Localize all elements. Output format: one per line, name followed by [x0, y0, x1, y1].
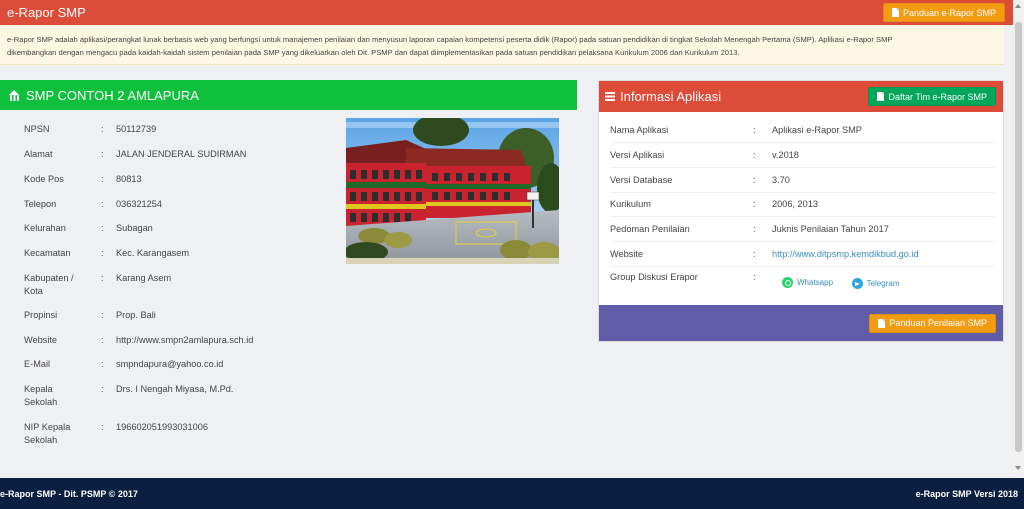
school-row-value: 036321254 [116, 199, 162, 209]
app-website-link[interactable]: http://www.ditpsmp.kemdikbud.go.id [772, 249, 996, 259]
intro-line-2: dikembangkan dengan mengacu pada kaidah-… [7, 48, 740, 57]
assessment-guide-button[interactable]: Panduan Penilaian SMP [869, 313, 996, 333]
telegram-label: Telegram [866, 279, 900, 288]
school-row-label: NIP Kepala Sekolah [24, 422, 71, 445]
guide-button-label: Panduan e-Rapor SMP [902, 7, 996, 18]
app-row-pedoman: Pedoman Penilaian: Juknis Penilaian Tahun… [610, 217, 996, 242]
app-row-versi-aplikasi: Versi Aplikasi: v.2018 [610, 143, 996, 168]
app-row-value: Juknis Penilaian Tahun 2017 [772, 224, 889, 234]
school-row-label: Kelurahan [24, 223, 66, 233]
school-row-kecamatan: Kecamatan: Kec. Karangasem [24, 247, 324, 260]
footer-version: e-Rapor SMP Versi 2018 [915, 488, 1018, 499]
school-row-kepala-sekolah: Kepala Sekolah: Drs. I Nengah Miyasa, M.P… [24, 383, 324, 409]
app-row-label: Kurikulum [610, 199, 651, 209]
school-photo [346, 118, 559, 264]
list-icon [605, 92, 615, 101]
intro-callout: e-Rapor SMP adalah aplikasi/perangkat lu… [0, 25, 1004, 65]
team-list-button[interactable]: Daftar Tim e-Rapor SMP [868, 87, 996, 106]
app-info-header: Informasi Aplikasi Daftar Tim e-Rapor SM… [599, 81, 1003, 112]
telegram-link[interactable]: Telegram [851, 278, 900, 289]
app-info-panel: Informasi Aplikasi Daftar Tim e-Rapor SM… [598, 80, 1004, 342]
school-panel-header: SMP CONTOH 2 AMLAPURA [0, 80, 577, 110]
school-website-value: http://www.smpn2amlapura.sch.id [116, 335, 254, 345]
intro-line-1: e-Rapor SMP adalah aplikasi/perangkat lu… [7, 35, 893, 44]
app-row-kurikulum: Kurikulum:2006, 2013 [610, 192, 996, 217]
school-row-label: Website [24, 335, 58, 345]
school-row-label: Propinsi [24, 310, 58, 320]
school-row-value: Karang Asem [116, 273, 172, 283]
school-row-propinsi: Propinsi: Prop. Bali [24, 309, 324, 322]
school-row-value: Drs. I Nengah Miyasa, M.Pd. [116, 384, 234, 394]
team-list-button-label: Daftar Tim e-Rapor SMP [888, 91, 987, 102]
app-title: e-Rapor SMP [7, 5, 86, 20]
app-row-label: Pedoman Penilaian [610, 224, 690, 234]
app-row-value: 2006, 2013 [772, 199, 818, 209]
school-row-nip: NIP Kepala Sekolah:196602051993031006 [24, 421, 324, 447]
school-row-label: NPSN [24, 124, 50, 134]
page-footer: e-Rapor SMP - Dit. PSMP © 2017 e-Rapor S… [0, 478, 1024, 509]
telegram-icon [851, 278, 863, 289]
school-row-value: 80813 [116, 174, 142, 184]
app-row-label: Website [610, 249, 644, 259]
school-row-label: Telepon [24, 199, 57, 209]
app-row-group-diskusi: Group Diskusi Erapor: Whatsapp Telegram [610, 272, 900, 289]
school-row-kode-pos: Kode Pos:80813 [24, 173, 324, 186]
document-icon [877, 92, 885, 101]
app-row-value: Aplikasi e-Rapor SMP [772, 125, 862, 135]
app-row-versi-database: Versi Database:3.70 [610, 168, 996, 193]
school-row-label: Kabupaten / Kota [24, 273, 74, 296]
app-row-website: Website: http://www.ditpsmp.kemdikbud.go.… [610, 242, 996, 267]
assessment-guide-button-label: Panduan Penilaian SMP [889, 318, 987, 328]
school-row-label: Kepala Sekolah [24, 384, 58, 407]
whatsapp-icon [782, 277, 793, 288]
school-row-kelurahan: Kelurahan: Subagan [24, 222, 324, 235]
school-name: SMP CONTOH 2 AMLAPURA [26, 87, 199, 103]
app-row-label: Nama Aplikasi [610, 125, 669, 135]
guide-button[interactable]: Panduan e-Rapor SMP [882, 3, 1005, 22]
school-icon [9, 89, 20, 101]
whatsapp-label: Whatsapp [797, 278, 834, 287]
app-info-footer: Panduan Penilaian SMP [599, 305, 1003, 341]
school-row-telepon: Telepon:036321254 [24, 198, 324, 211]
school-row-value: Kec. Karangasem [116, 248, 190, 258]
school-row-label: Kecamatan [24, 248, 71, 258]
app-row-label: Group Diskusi Erapor [610, 272, 698, 282]
top-header: e-Rapor SMP Panduan e-Rapor SMP [0, 0, 1013, 25]
school-row-alamat: Alamat: JALAN JENDERAL SUDIRMAN [24, 148, 324, 161]
school-row-email: E-Mail: smpndapura@yahoo.co.id [24, 358, 324, 371]
app-row-value: v.2018 [772, 150, 799, 160]
app-row-value: 3.70 [772, 175, 790, 185]
school-row-label: Kode Pos [24, 174, 64, 184]
school-row-value: Prop. Bali [116, 310, 156, 320]
app-row-nama: Nama Aplikasi: Aplikasi e-Rapor SMP [610, 118, 996, 143]
school-row-value: Subagan [116, 223, 153, 233]
school-row-kabupaten: Kabupaten / Kota: Karang Asem [24, 272, 324, 298]
school-row-value: JALAN JENDERAL SUDIRMAN [116, 149, 247, 159]
page-scrollbar[interactable] [1013, 0, 1024, 478]
school-row-label: Alamat [24, 149, 53, 159]
footer-copyright: e-Rapor SMP - Dit. PSMP © 2017 [0, 488, 138, 499]
school-row-value: smpndapura@yahoo.co.id [116, 359, 224, 369]
whatsapp-link[interactable]: Whatsapp [782, 277, 833, 288]
school-row-value: 196602051993031006 [116, 422, 208, 432]
app-info-title: Informasi Aplikasi [620, 89, 722, 104]
school-row-value: 50112739 [116, 124, 157, 134]
app-row-label: Versi Aplikasi [610, 150, 665, 160]
school-row-npsn: NPSN:50112739 [24, 123, 324, 136]
app-row-label: Versi Database [610, 175, 673, 185]
scroll-down-icon[interactable] [1015, 466, 1021, 470]
school-row-website: Website: http://www.smpn2amlapura.sch.id [24, 334, 324, 347]
document-icon [891, 8, 899, 17]
school-row-label: E-Mail [24, 359, 51, 369]
scrollbar-thumb[interactable] [1015, 22, 1022, 452]
document-icon [878, 318, 886, 328]
scroll-up-icon[interactable] [1015, 4, 1021, 8]
